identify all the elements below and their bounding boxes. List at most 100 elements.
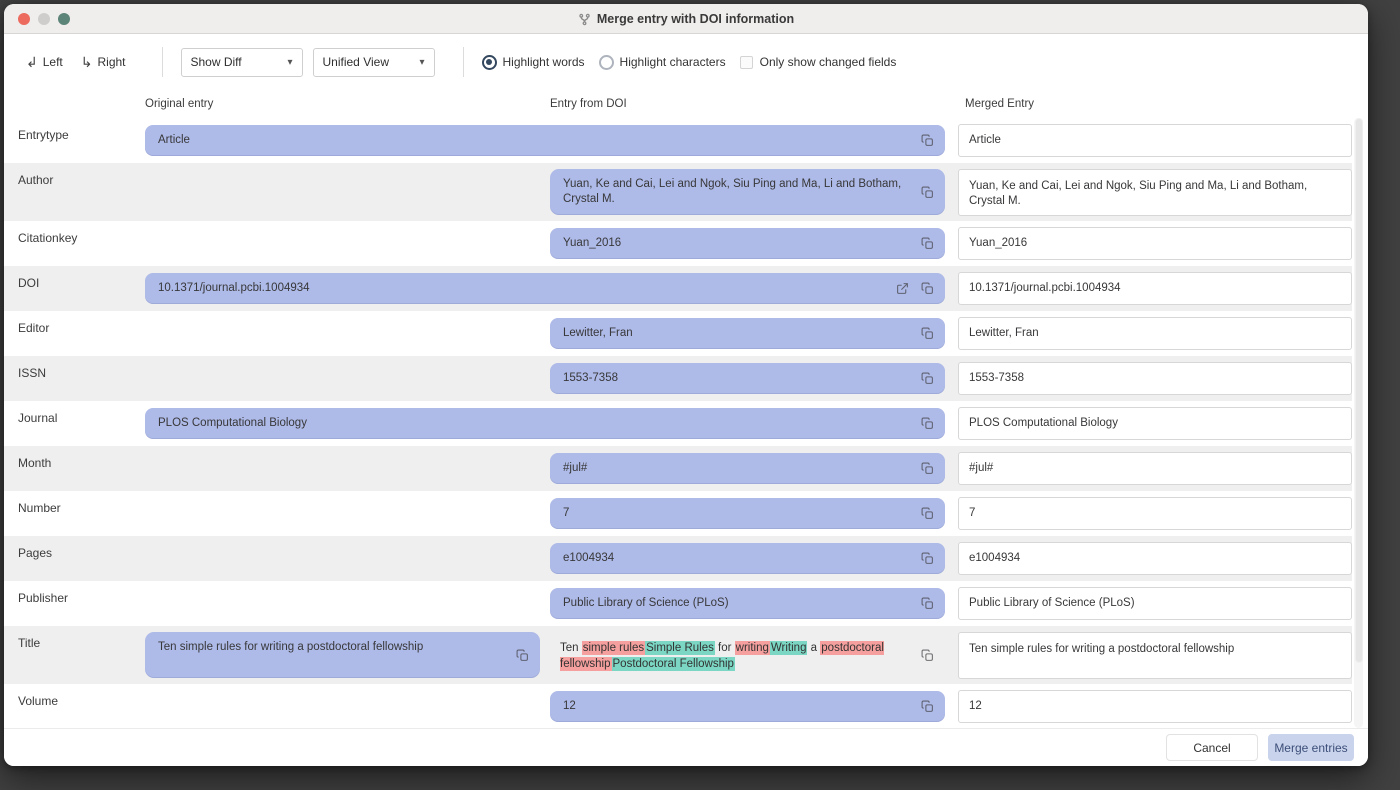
merged-entry-field[interactable]: Yuan, Ke and Cai, Lei and Ngok, Siu Ping… [958, 169, 1352, 216]
copy-icon[interactable] [921, 186, 934, 199]
entry-value-pill[interactable]: PLOS Computational Biology [145, 408, 945, 439]
pill-icons [915, 700, 945, 713]
field-label: Volume [18, 694, 58, 708]
field-row: Number77 [4, 491, 1352, 536]
copy-icon[interactable] [921, 649, 934, 662]
entry-value-text: PLOS Computational Biology [145, 408, 915, 439]
merged-entry-field[interactable]: e1004934 [958, 542, 1352, 575]
entry-value-pill[interactable]: Ten simple rules for writing a postdocto… [145, 632, 540, 678]
pill-icons [915, 134, 945, 147]
merged-entry-field[interactable]: #jul# [958, 452, 1352, 485]
merge-entries-button[interactable]: Merge entries [1268, 734, 1354, 761]
pill-icons [890, 282, 945, 295]
column-header-original: Original entry [145, 98, 213, 110]
merge-icon [578, 13, 591, 26]
field-row: DOI 10.1371/journal.pcbi.1004934 10.1371/j… [4, 266, 1352, 311]
entry-value-pill[interactable]: 10.1371/journal.pcbi.1004934 [145, 273, 945, 304]
vertical-scrollbar[interactable] [1354, 118, 1363, 728]
pill-icons [915, 237, 945, 250]
maximize-window-icon[interactable] [58, 13, 70, 25]
entry-value-text: Article [145, 125, 915, 156]
only-show-changed-checkbox[interactable]: Only show changed fields [740, 55, 897, 69]
pill-icons [915, 649, 945, 662]
diff-cell[interactable]: Ten simple rulesSimple Rules for writing… [550, 632, 945, 678]
merged-entry-field[interactable]: Article [958, 124, 1352, 157]
field-row: Citationkey Yuan_2016 Yuan_2016 [4, 221, 1352, 266]
entry-value-pill[interactable]: 7 [550, 498, 945, 529]
entry-value-text: Public Library of Science (PLoS) [550, 588, 915, 619]
copy-icon[interactable] [921, 372, 934, 385]
entry-value-pill[interactable]: Public Library of Science (PLoS) [550, 588, 945, 619]
close-window-icon[interactable] [18, 13, 30, 25]
pill-icons [915, 372, 945, 385]
copy-icon[interactable] [921, 462, 934, 475]
diff-mode-value: Show Diff [191, 55, 288, 69]
merged-entry-field[interactable]: 12 [958, 690, 1352, 723]
copy-icon[interactable] [921, 597, 934, 610]
merged-entry-field[interactable]: Lewitter, Fran [958, 317, 1352, 350]
radio-selected-icon [482, 55, 497, 70]
field-label: DOI [18, 276, 39, 290]
entry-value-text: Yuan_2016 [550, 228, 915, 259]
entry-value-pill[interactable]: #jul# [550, 453, 945, 484]
entry-value-pill[interactable]: Article [145, 125, 945, 156]
entry-value-pill[interactable]: Lewitter, Fran [550, 318, 945, 349]
field-row: Entrytype Article Article [4, 118, 1352, 163]
field-row: JournalPLOS Computational BiologyPLOS Co… [4, 401, 1352, 446]
diff-mode-dropdown[interactable]: Show Diff ▾ [181, 48, 303, 77]
copy-icon[interactable] [921, 134, 934, 147]
minimize-window-icon[interactable] [38, 13, 50, 25]
field-label: Month [18, 456, 51, 470]
entry-value-pill[interactable]: e1004934 [550, 543, 945, 574]
diff-token-removed: simple rules [582, 641, 645, 655]
scrollbar-thumb[interactable] [1355, 118, 1363, 663]
entry-value-text: 7 [550, 498, 915, 529]
copy-icon[interactable] [921, 417, 934, 430]
entry-value-pill[interactable]: 12 [550, 691, 945, 722]
highlight-words-radio[interactable]: Highlight words [482, 55, 585, 70]
only-show-changed-label: Only show changed fields [760, 55, 897, 69]
merged-entry-field[interactable]: PLOS Computational Biology [958, 407, 1352, 440]
checkbox-unchecked-icon [740, 56, 753, 69]
copy-icon[interactable] [921, 507, 934, 520]
merged-entry-field[interactable]: Ten simple rules for writing a postdocto… [958, 632, 1352, 679]
toolbar-separator [162, 47, 163, 77]
copy-icon[interactable] [921, 327, 934, 340]
column-headers: Original entry Entry from DOI Merged Ent… [4, 90, 1368, 118]
entry-value-pill[interactable]: Yuan_2016 [550, 228, 945, 259]
copy-icon[interactable] [921, 282, 934, 295]
pill-icons [915, 462, 945, 475]
copy-icon[interactable] [921, 552, 934, 565]
diff-token-same: for [715, 642, 735, 654]
diff-token-same: a [807, 642, 820, 654]
dialog-footer: Cancel Merge entries [4, 728, 1368, 766]
merged-entry-field[interactable]: Public Library of Science (PLoS) [958, 587, 1352, 620]
merged-entry-field[interactable]: 1553-7358 [958, 362, 1352, 395]
diff-token-added: Writing [770, 641, 808, 655]
cancel-button[interactable]: Cancel [1166, 734, 1258, 761]
entry-value-pill[interactable]: 1553-7358 [550, 363, 945, 394]
return-left-arrow-icon: ↲ [26, 54, 38, 71]
field-label: ISSN [18, 366, 46, 380]
window-controls [18, 13, 70, 25]
diff-token-added: Postdoctoral Fellowship [612, 657, 735, 671]
toolbar: ↲ Left ↳ Right Show Diff ▾ Unified View … [4, 34, 1368, 90]
apply-left-button[interactable]: ↲ Left [26, 54, 63, 71]
copy-icon[interactable] [921, 700, 934, 713]
field-label: Citationkey [18, 231, 77, 245]
copy-icon[interactable] [516, 649, 529, 662]
field-label: Entrytype [18, 128, 69, 142]
merged-entry-field[interactable]: 7 [958, 497, 1352, 530]
entry-value-text: Yuan, Ke and Cai, Lei and Ngok, Siu Ping… [550, 169, 915, 215]
merged-entry-field[interactable]: 10.1371/journal.pcbi.1004934 [958, 272, 1352, 305]
highlight-characters-radio[interactable]: Highlight characters [599, 55, 726, 70]
copy-icon[interactable] [921, 237, 934, 250]
external-link-icon[interactable] [896, 282, 909, 295]
entry-value-text: 12 [550, 691, 915, 722]
view-mode-dropdown[interactable]: Unified View ▾ [313, 48, 435, 77]
apply-right-button[interactable]: ↳ Right [81, 54, 126, 71]
apply-left-label: Left [43, 55, 63, 69]
entry-value-pill[interactable]: Yuan, Ke and Cai, Lei and Ngok, Siu Ping… [550, 169, 945, 215]
field-label: Author [18, 173, 53, 187]
merged-entry-field[interactable]: Yuan_2016 [958, 227, 1352, 260]
